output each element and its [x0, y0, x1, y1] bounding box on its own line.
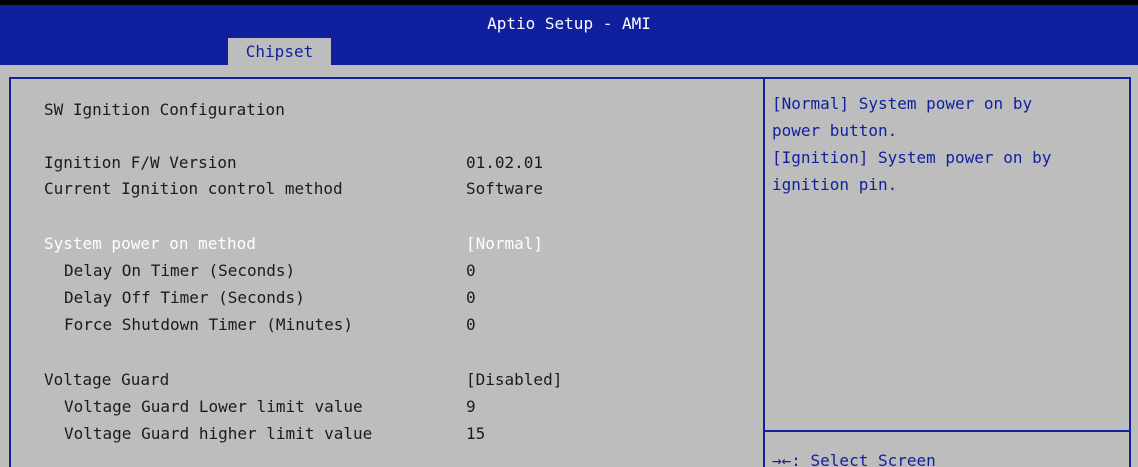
help-line: ignition pin. [772, 175, 898, 194]
panel-divider [763, 77, 765, 467]
help-divider [765, 430, 1129, 432]
help-line: [Ignition] System power on by [772, 148, 1052, 167]
help-line: [Normal] System power on by [772, 94, 1033, 113]
delay-off-timer-value: 0 [466, 288, 476, 307]
ignition-control-method-label: Current Ignition control method [44, 179, 343, 198]
force-shutdown-timer-label: Force Shutdown Timer (Minutes) [64, 315, 353, 334]
app-title: Aptio Setup - AMI [487, 14, 651, 33]
help-text: [Normal] System power on by power button… [772, 90, 1122, 198]
frame-right-border [1129, 77, 1131, 467]
voltage-guard-lower-label: Voltage Guard Lower limit value [64, 397, 363, 416]
delay-off-timer-label: Delay Off Timer (Seconds) [64, 288, 305, 307]
delay-on-timer-label: Delay On Timer (Seconds) [64, 261, 296, 280]
voltage-guard-higher-label: Voltage Guard higher limit value [64, 424, 373, 443]
tab-chipset[interactable]: Chipset [228, 38, 331, 65]
voltage-guard-lower-value: 9 [466, 397, 476, 416]
help-line: power button. [772, 121, 898, 140]
section-title: SW Ignition Configuration [44, 100, 285, 119]
voltage-guard-higher-value: 15 [466, 424, 486, 443]
ignition-fw-version-label: Ignition F/W Version [44, 153, 237, 172]
title-bar: Aptio Setup - AMI Chipset [0, 5, 1138, 65]
frame-left-border [9, 77, 11, 467]
ignition-control-method-value: Software [466, 179, 544, 198]
voltage-guard-label[interactable]: Voltage Guard [44, 367, 169, 393]
key-hint-select-screen: →←: Select Screen [772, 451, 936, 467]
force-shutdown-timer-value: 0 [466, 315, 476, 334]
system-power-on-method-value[interactable]: [Normal] [466, 231, 543, 257]
voltage-guard-value[interactable]: [Disabled] [466, 367, 562, 393]
ignition-fw-version-value: 01.02.01 [466, 153, 544, 172]
delay-on-timer-value: 0 [466, 261, 476, 280]
frame-top-border [9, 77, 1131, 79]
system-power-on-method-label[interactable]: System power on method [44, 231, 256, 257]
